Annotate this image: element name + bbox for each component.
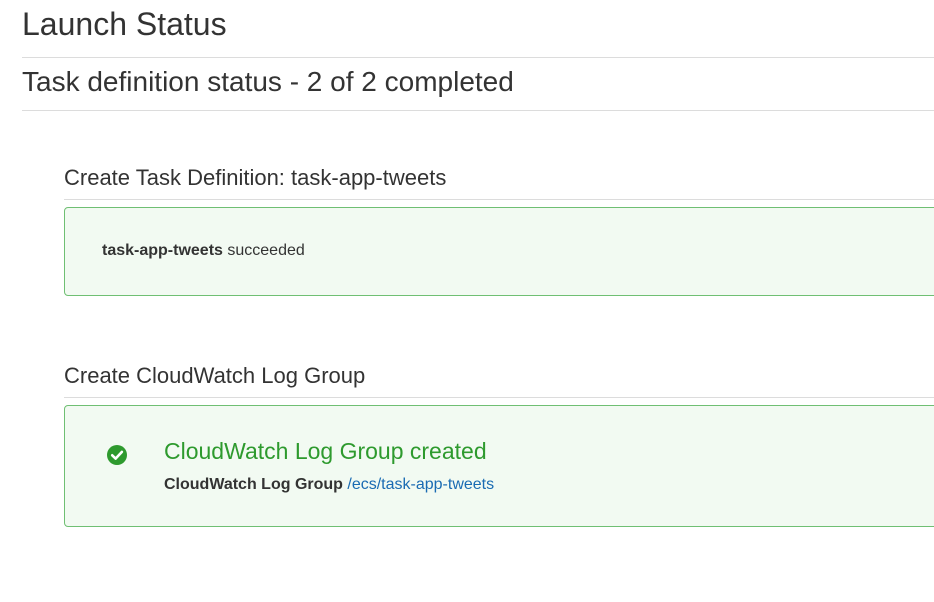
section-heading-task-definition: Create Task Definition: task-app-tweets xyxy=(64,165,447,190)
log-group-link[interactable]: /ecs/task-app-tweets xyxy=(347,476,494,493)
section-divider-task-definition xyxy=(64,199,934,200)
task-definition-status-text: task-app-tweets succeeded xyxy=(102,242,305,260)
title-divider xyxy=(22,57,934,58)
task-definition-status-box: task-app-tweets succeeded xyxy=(64,207,934,296)
task-definition-name: task-app-tweets xyxy=(102,242,223,259)
section-heading-log-group: Create CloudWatch Log Group xyxy=(64,363,366,388)
page-subtitle: Task definition status - 2 of 2 complete… xyxy=(22,66,514,97)
log-group-created-title: CloudWatch Log Group created xyxy=(164,438,487,464)
section-divider-log-group xyxy=(64,397,934,398)
check-circle-icon xyxy=(106,444,128,466)
task-definition-result: succeeded xyxy=(227,242,305,259)
page-title: Launch Status xyxy=(22,6,227,42)
log-group-status-box: CloudWatch Log Group created CloudWatch … xyxy=(64,405,934,527)
log-group-detail: CloudWatch Log Group /ecs/task-app-tweet… xyxy=(164,476,494,494)
subtitle-divider xyxy=(22,110,934,111)
log-group-detail-label: CloudWatch Log Group xyxy=(164,476,343,493)
